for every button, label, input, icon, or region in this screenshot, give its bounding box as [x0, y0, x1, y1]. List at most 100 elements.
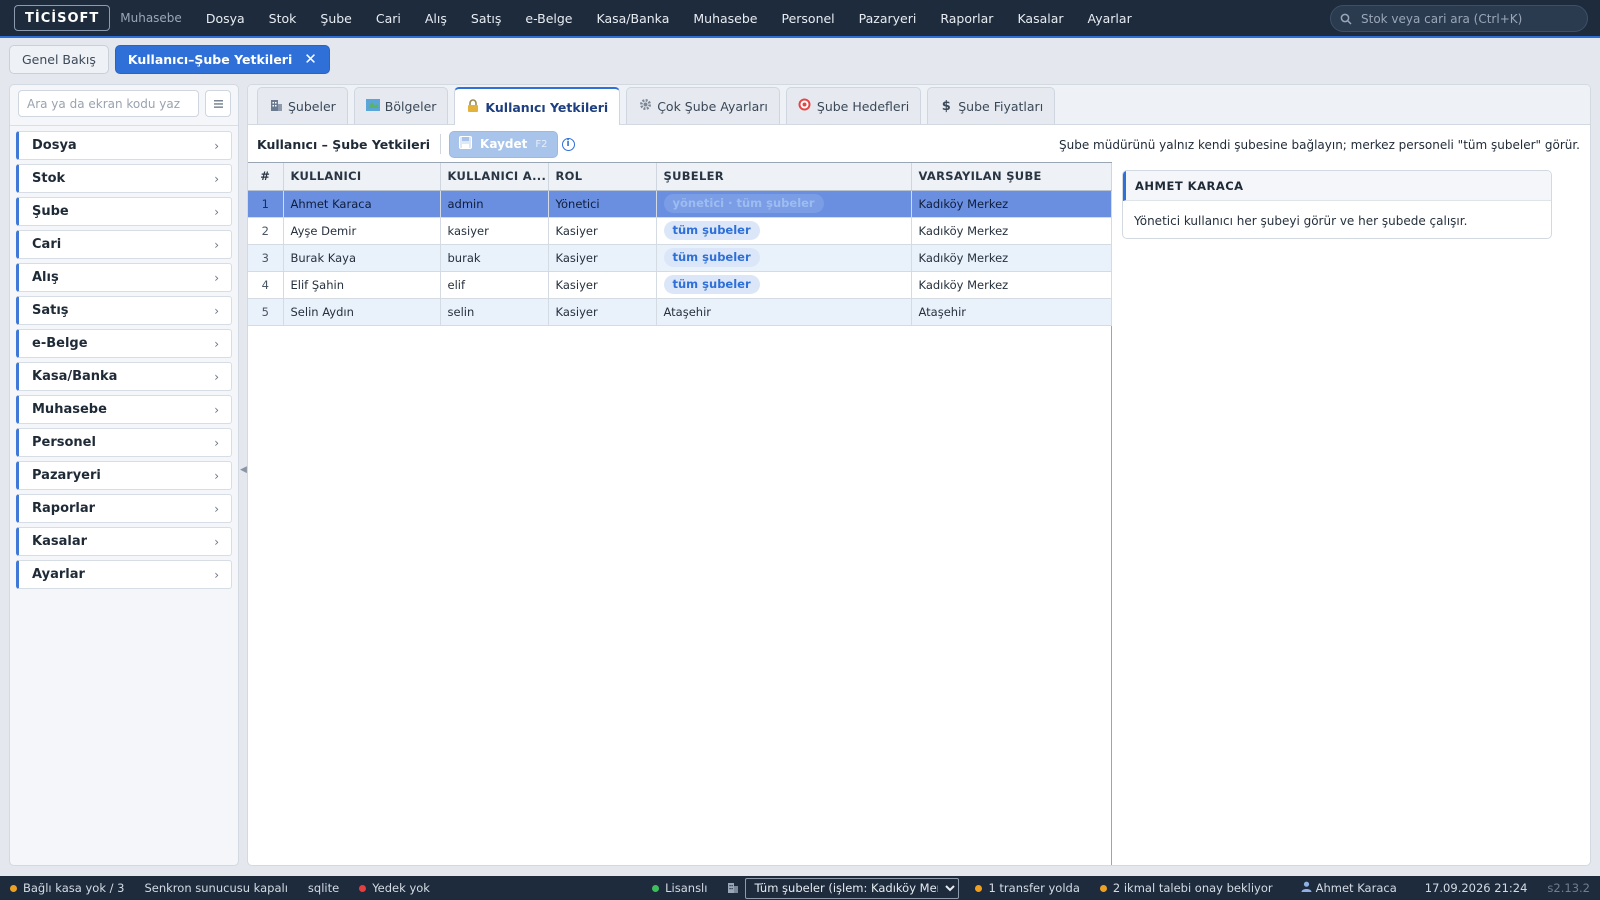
tab-bolgeler[interactable]: Bölgeler [353, 87, 449, 124]
role-cell: Yönetici [548, 190, 657, 218]
menu-item-13[interactable]: Ayarlar [1076, 0, 1144, 36]
page-tab-overview[interactable]: Genel Bakış [9, 44, 109, 74]
tab-cok-sube-ayarlari[interactable]: Çok Şube Ayarları [626, 87, 780, 124]
column-header[interactable]: # [248, 163, 284, 191]
target-icon [798, 98, 812, 114]
status-dot [10, 884, 17, 892]
menu-item-6[interactable]: e-Belge [513, 0, 584, 36]
menu-item-0[interactable]: Dosya [194, 0, 257, 36]
sidebar-item-label: Stok [32, 171, 66, 186]
main-panel: Şubeler Bölgeler Kullanıcı Yetkileri Çok Şu… [247, 84, 1591, 866]
role-cell: Kasiyer [548, 271, 657, 299]
sidebar-search-input[interactable] [18, 90, 199, 117]
table-row[interactable]: 2 Ayşe Demir kasiyer Kasiyer tüm şubeler Kadı… [248, 217, 1112, 245]
restock-status[interactable]: 2 ikmal talebi onay bekliyor [1090, 881, 1283, 895]
row-number: 3 [248, 244, 284, 272]
branches-badge: tüm şubeler [663, 221, 760, 240]
tab-sube-hedefleri[interactable]: Şube Hedefleri [785, 87, 922, 124]
tab-subeler[interactable]: Şubeler [257, 87, 348, 124]
save-button[interactable]: Kaydet F2 [449, 130, 558, 158]
sidebar-item-0[interactable]: Dosya › [16, 131, 232, 160]
table-row[interactable]: 1 Ahmet Karaca admin Yönetici yönetici · tüm… [248, 190, 1112, 218]
branch-select[interactable]: Tüm şubeler (işlem: Kadıköy Merkez) [745, 877, 960, 899]
sidebar-item-9[interactable]: Personel › [16, 428, 232, 457]
sidebar-item-1[interactable]: Stok › [16, 164, 232, 193]
menu-item-4[interactable]: Alış [413, 0, 459, 36]
username-cell: elif [440, 271, 549, 299]
grid-menu-icon[interactable] [205, 90, 231, 117]
global-search[interactable] [1330, 5, 1588, 32]
info-icon[interactable]: i [561, 137, 575, 151]
status-item: Senkron sunucusu kapalı [134, 881, 297, 895]
sidebar-item-5[interactable]: Satış › [16, 296, 232, 325]
app-logo[interactable]: TİCİSOFT [14, 5, 111, 31]
column-header[interactable]: KULLANICI A... [440, 163, 549, 191]
role-cell: Kasiyer [548, 298, 657, 326]
page-tabs: Genel Bakış Kullanıcı–Şube Yetkileri ✕ [0, 40, 1600, 78]
column-header[interactable]: ROL [548, 163, 657, 191]
status-bar: Bağlı kasa yok / 3 Senkron sunucusu kapal… [0, 876, 1600, 900]
sidebar-item-12[interactable]: Kasalar › [16, 527, 232, 556]
chevron-right-icon: › [214, 369, 219, 384]
default-branch-cell: Kadıköy Merkez [911, 217, 1112, 245]
main-menu: Dosya Stok Şube Cari Alış Satış e-Belge Kasa/Ba… [194, 0, 1144, 36]
permissions-grid: # KULLANICI KULLANICI A... ROL ŞUBELER VARSAY… [248, 162, 1112, 865]
branches-cell[interactable]: yönetici · tüm şubeler [656, 190, 912, 218]
menu-item-5[interactable]: Satış [459, 0, 513, 36]
branches-cell[interactable]: Ataşehir [656, 298, 912, 326]
menu-item-3[interactable]: Cari [364, 0, 413, 36]
building-icon [269, 98, 283, 114]
sub-tabs: Şubeler Bölgeler Kullanıcı Yetkileri Çok Şu… [248, 85, 1590, 125]
column-header[interactable]: ŞUBELER [656, 163, 912, 191]
menu-item-12[interactable]: Kasalar [1005, 0, 1075, 36]
branches-badge: yönetici · tüm şubeler [663, 194, 824, 213]
page-tab-user-branch-permissions[interactable]: Kullanıcı–Şube Yetkileri ✕ [114, 44, 330, 74]
menu-item-8[interactable]: Muhasebe [681, 0, 769, 36]
sidebar-item-4[interactable]: Alış › [16, 263, 232, 292]
sidebar-item-3[interactable]: Cari › [16, 230, 232, 259]
sidebar-item-label: Ayarlar [32, 567, 85, 582]
sidebar-item-label: Kasalar [32, 534, 87, 549]
branches-cell[interactable]: tüm şubeler [656, 244, 912, 272]
default-branch-cell: Kadıköy Merkez [911, 190, 1112, 218]
sidebar-item-13[interactable]: Ayarlar › [16, 560, 232, 589]
sidebar-item-label: Şube [32, 204, 69, 219]
status-item: Bağlı kasa yok / 3 [0, 881, 134, 895]
username-cell: selin [440, 298, 549, 326]
column-header[interactable]: VARSAYILAN ŞUBE [911, 163, 1112, 191]
branch-selector: Tüm şubeler (işlem: Kadıköy Merkez) [717, 877, 965, 899]
menu-item-7[interactable]: Kasa/Banka [585, 0, 682, 36]
sidebar-item-6[interactable]: e-Belge › [16, 329, 232, 358]
menu-item-11[interactable]: Raporlar [928, 0, 1005, 36]
tab-kullanici-yetkileri[interactable]: Kullanıcı Yetkileri [454, 87, 621, 125]
sidebar-item-7[interactable]: Kasa/Banka › [16, 362, 232, 391]
branches-cell[interactable]: tüm şubeler [656, 271, 912, 299]
current-user[interactable]: Ahmet Karaca [1291, 881, 1407, 895]
sidebar-item-label: Satış [32, 303, 69, 318]
tab-sube-fiyatlari[interactable]: $ Şube Fiyatları [927, 87, 1056, 124]
table-row[interactable]: 5 Selin Aydın selin Kasiyer Ataşehir Ataşehir [248, 298, 1112, 326]
branches-cell[interactable]: tüm şubeler [656, 217, 912, 245]
close-icon[interactable]: ✕ [304, 51, 317, 67]
global-search-input[interactable] [1361, 11, 1571, 26]
table-row[interactable]: 4 Elif Şahin elif Kasiyer tüm şubeler Kadıköy… [248, 271, 1112, 299]
license-status: Lisanslı [642, 881, 717, 895]
sidebar-item-11[interactable]: Raporlar › [16, 494, 232, 523]
username-cell: burak [440, 244, 549, 272]
column-header[interactable]: KULLANICI [283, 163, 441, 191]
collapse-sidebar-icon[interactable]: ◀ [240, 465, 247, 475]
transfer-status[interactable]: 1 transfer yolda [965, 881, 1089, 895]
username-cell: kasiyer [440, 217, 549, 245]
menu-item-9[interactable]: Personel [769, 0, 846, 36]
menu-item-2[interactable]: Şube [308, 0, 363, 36]
top-bar: TİCİSOFT Muhasebe Dosya Stok Şube Cari Alış S… [0, 0, 1600, 38]
table-row[interactable]: 3 Burak Kaya burak Kasiyer tüm şubeler Kadıkö… [248, 244, 1112, 272]
detail-text: Yönetici kullanıcı her şubeyi görür ve h… [1134, 214, 1468, 228]
menu-item-1[interactable]: Stok [257, 0, 309, 36]
default-branch-cell: Kadıköy Merkez [911, 244, 1112, 272]
menu-item-10[interactable]: Pazaryeri [847, 0, 929, 36]
chevron-right-icon: › [214, 138, 219, 153]
sidebar-item-10[interactable]: Pazaryeri › [16, 461, 232, 490]
sidebar-item-2[interactable]: Şube › [16, 197, 232, 226]
sidebar-item-8[interactable]: Muhasebe › [16, 395, 232, 424]
